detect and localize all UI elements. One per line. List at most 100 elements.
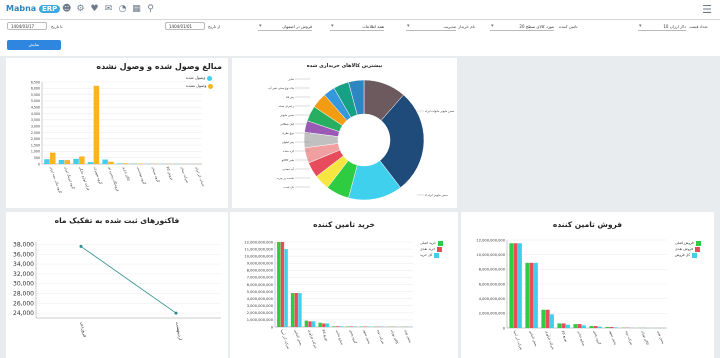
bar — [561, 323, 566, 328]
search-icon[interactable]: ⚲ — [146, 5, 155, 14]
slice-label: زعفران بسته — [279, 104, 295, 108]
y-tick-label: 11,000,000,000 — [244, 247, 273, 251]
bar — [102, 159, 108, 164]
bar — [308, 321, 312, 327]
counter-label: تعداد قیمت — [689, 24, 708, 29]
legend-item-received: وصول شده — [186, 74, 213, 82]
bar — [280, 242, 285, 327]
bar — [122, 163, 129, 164]
bar — [529, 262, 534, 328]
chart-legend: خرید اصلی خرید نقدی کل خرید — [420, 240, 444, 258]
y-tick-label: 2,500 — [31, 131, 40, 135]
slice-label: پنیر لیقوان — [282, 140, 295, 144]
top-items-panel: بیشترین کالاهای خریداری شده سایر ماء دوغ … — [232, 58, 457, 208]
bar — [325, 323, 330, 327]
x-tick-label: گروه پخش — [349, 329, 358, 344]
bar — [565, 324, 570, 328]
bar — [312, 321, 316, 327]
date-from-field[interactable]: 1404/01/01 — [165, 22, 205, 30]
x-tick-label: شرکت فرآوری — [307, 329, 318, 349]
bar — [332, 326, 336, 327]
date-to-field[interactable]: 1404/03/17 — [7, 22, 47, 30]
y-tick-label: 36,000 — [13, 251, 34, 258]
slice-label: پنیر فتا — [286, 95, 294, 99]
bar — [593, 326, 598, 328]
y-tick-label: 1,000,000,000 — [247, 318, 274, 322]
app-logo[interactable]: Mabna ERP — [6, 4, 61, 13]
y-tick-label: 7,000,000,000 — [247, 276, 274, 280]
bar — [509, 243, 514, 328]
top-items-donut-chart: سایر ماء دوغ سنتی شیر آب پنیر فتا زعفران بس… — [268, 77, 455, 201]
bar — [294, 293, 298, 327]
group-type-select[interactable]: ▾ همه اطلاعات — [330, 22, 384, 31]
chevron-down-icon: ▾ — [639, 23, 642, 29]
bar — [525, 262, 530, 328]
bar — [339, 326, 344, 327]
bar — [304, 320, 309, 327]
bar — [64, 160, 71, 164]
mail-icon[interactable]: ✉ — [104, 5, 113, 14]
bar — [549, 314, 554, 328]
supplier-select[interactable]: ▾ فروش در اصفهان — [258, 22, 312, 31]
y-tick-label: 6,000,000,000 — [479, 282, 506, 286]
counter-select-value: 10 دلار ارزان — [663, 24, 686, 29]
pie-chart-icon[interactable]: ◔ — [118, 5, 127, 14]
chart-legend: فروش اصلی فروش نقدی کل فروش — [675, 240, 701, 258]
submit-button[interactable]: نمایش — [7, 40, 61, 50]
y-tick-label: 5,500 — [31, 93, 40, 97]
monthly-invoices-panel: فاکتورهای ثبت شده به تفکیک ماه 38,000 36,… — [6, 212, 228, 358]
bar — [335, 326, 340, 327]
x-tick-label: کالای تهران — [390, 329, 399, 345]
x-tick-label: پخش سپهر — [608, 329, 617, 345]
slice-label: نان تست — [283, 185, 294, 189]
x-tick-label: پخش نوین — [657, 330, 666, 345]
bar — [277, 242, 281, 327]
bar — [290, 293, 295, 327]
x-tick-label: پخش الماس — [294, 329, 303, 346]
slice-label: ماست پر چرب — [277, 176, 295, 180]
map-icon[interactable]: ▦ — [132, 5, 141, 14]
item-select[interactable]: ▾ 20 مورد کالای سطح — [490, 22, 554, 31]
bar — [73, 158, 79, 164]
y-tick-label: 2,000,000,000 — [247, 311, 274, 315]
supplier-select-value: فروش در اصفهان — [282, 24, 312, 29]
bar — [50, 152, 56, 164]
user-icon[interactable]: ☻ — [62, 5, 71, 14]
x-tick-label: پخش الماس — [529, 330, 538, 347]
x-tick-label: شرکت نوید — [625, 330, 634, 346]
legend-item: کل فروش — [675, 252, 701, 258]
x-tick-label: فروشگاه زنجیره ای — [107, 166, 120, 192]
slice-label: دوغ بطری — [282, 131, 295, 135]
y-tick-label: 4,000,000,000 — [479, 297, 506, 301]
x-tick-label: شرکت آذر آسیا — [513, 330, 524, 351]
menu-icon[interactable]: ☰ — [702, 4, 712, 15]
bar — [533, 262, 538, 328]
y-tick-label: 4,000 — [31, 112, 40, 116]
y-tick-label: 38,000 — [13, 241, 34, 248]
chevron-down-icon: ▾ — [259, 23, 262, 29]
x-tick-label: گروه مهندسی — [136, 166, 146, 185]
monthly-invoices-line-chart: 38,000 36,000 34,000 32,000 30,000 28,000 26,0… — [13, 241, 221, 341]
x-tick-label: کالای تهران — [641, 330, 650, 346]
top-bar: Mabna ERP ☻ ⚙ ♥ ✉ ◔ ▦ ⚲ ☰ — [0, 0, 720, 20]
y-tick-label: 12,000,000,000 — [244, 240, 273, 244]
x-tick-label: شرکت پیمان — [180, 166, 190, 184]
settings-icon[interactable]: ⚙ — [76, 5, 85, 14]
y-tick-label: 3,000 — [31, 124, 40, 128]
counter-select[interactable]: ▾ 10 دلار ارزان — [638, 22, 686, 31]
x-tick-label: حساب اثر ایران — [195, 166, 206, 187]
heart-icon[interactable]: ♥ — [90, 5, 99, 14]
y-tick-label: 4,500 — [31, 106, 40, 110]
slice-label: سس مایونز ابراه 2 — [425, 193, 448, 197]
bar — [137, 163, 143, 164]
y-tick-label: 5,000 — [31, 99, 40, 103]
slice-label: سایر — [287, 77, 294, 81]
x-tick-label: فروش کالا — [165, 166, 174, 181]
filter-bar: 1404/03/17 تا تاریخ 1404/01/01 از تاریخ … — [0, 20, 720, 56]
group-select[interactable]: ▾ مدیریت — [406, 22, 456, 31]
y-tick-label: 30,000 — [13, 281, 34, 288]
x-tick-label: گروه لیزینگ ایران — [64, 166, 77, 190]
bar — [322, 323, 326, 327]
bar — [577, 324, 582, 328]
logo-text: Mabna — [6, 4, 37, 13]
